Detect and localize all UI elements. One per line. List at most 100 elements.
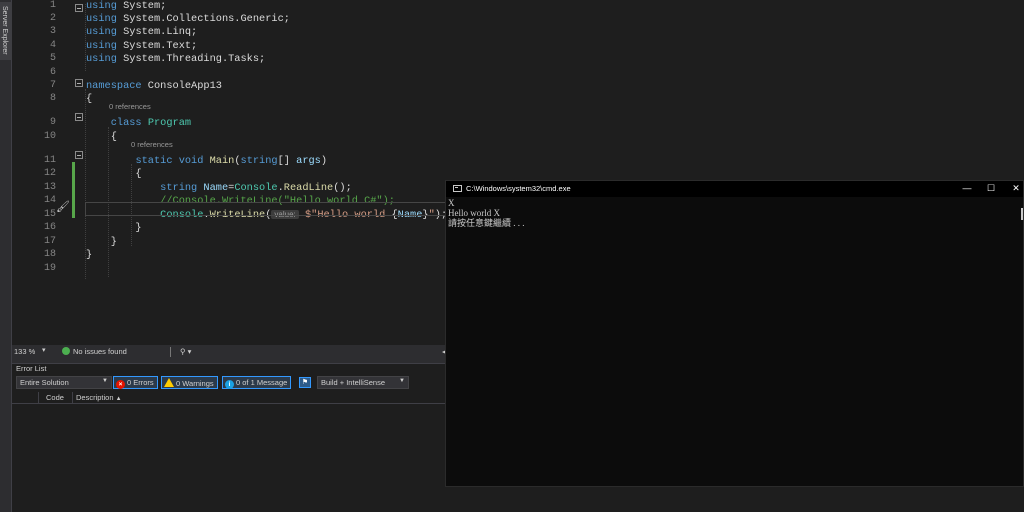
editor-status-bar: 133 % ▾ No issues found ⚲ ▾ ◂ (12, 345, 448, 359)
code-line[interactable]: class Program (86, 117, 191, 129)
code-token: using (86, 13, 117, 25)
codelens-references[interactable]: 0 references (109, 102, 151, 111)
code-line[interactable]: using System.Linq; (86, 26, 197, 38)
fold-using-icon[interactable] (75, 4, 83, 12)
code-line[interactable]: } (86, 236, 117, 248)
code-token: ) (320, 155, 328, 167)
code-token: string (240, 155, 278, 167)
line-number: 3 (49, 26, 56, 37)
issues-indicator[interactable]: No issues found (62, 347, 127, 356)
code-token: args (296, 155, 321, 167)
line-number: 18 (43, 249, 56, 260)
code-line[interactable]: static void Main(string[] args) (86, 155, 327, 167)
code-token: void (178, 155, 204, 167)
code-line[interactable]: } (86, 249, 92, 261)
code-line[interactable]: using System.Threading.Tasks; (86, 53, 265, 65)
code-token: { (86, 93, 93, 105)
line-number: 5 (49, 53, 56, 64)
column-divider (72, 392, 73, 404)
cmd-titlebar[interactable]: C:\Windows\system32\cmd.exe — ☐ ✕ (446, 181, 1023, 197)
line-number: 7 (49, 80, 56, 91)
zoom-level[interactable]: 133 % (14, 347, 35, 356)
issues-text: No issues found (73, 347, 127, 356)
column-divider (38, 392, 39, 404)
code-token: System.Linq; (116, 26, 198, 38)
code-line[interactable]: { (86, 131, 117, 143)
code-token: } (86, 222, 142, 234)
line-number: 8 (49, 93, 56, 104)
code-line[interactable]: namespace ConsoleApp13 (86, 80, 222, 92)
line-number: 12 (43, 168, 56, 179)
column-description[interactable]: Description ▲ (76, 393, 122, 402)
check-circle-icon (62, 347, 70, 355)
codelens-references[interactable]: 0 references (131, 140, 173, 149)
server-explorer-label: Server Explorer (1, 6, 8, 55)
column-description-label: Description (76, 393, 114, 402)
console-output[interactable]: X Hello world X 請按任意鍵繼續 . . . (448, 198, 1023, 486)
line-number: 15 (43, 209, 56, 220)
column-code[interactable]: Code (46, 393, 64, 402)
code-token: using (86, 40, 117, 52)
error-list-header: Code Description ▲ (12, 392, 448, 404)
code-token: Main (209, 155, 235, 167)
info-icon: i (225, 380, 234, 389)
line-number: 11 (43, 155, 56, 166)
close-icon[interactable]: ✕ (1004, 182, 1024, 196)
code-token: [] (277, 155, 297, 167)
messages-count: 0 of 1 Message (236, 378, 288, 387)
code-cleanup-icon[interactable]: ⚲ ▾ (180, 347, 191, 356)
build-source-value: Build + IntelliSense (321, 378, 385, 387)
line-number: 16 (43, 222, 56, 233)
code-token: ConsoleApp13 (141, 80, 222, 92)
code-token: ReadLine (283, 182, 334, 194)
fold-namespace-icon[interactable] (75, 79, 83, 87)
cmd-window[interactable]: C:\Windows\system32\cmd.exe — ☐ ✕ X Hell… (445, 180, 1024, 487)
filter-icon[interactable]: ⚑ (299, 377, 311, 388)
code-token: using (86, 0, 117, 12)
warnings-filter-button[interactable]: 0 Warnings (161, 376, 218, 389)
error-list-panel: Error List Entire Solution ▼ × 0 Errors 0… (12, 363, 448, 512)
current-line-highlight (85, 202, 448, 216)
fold-method-icon[interactable] (75, 151, 83, 159)
warning-icon (164, 378, 174, 387)
error-icon: × (116, 380, 125, 389)
line-number: 2 (49, 13, 56, 24)
code-line[interactable]: using System.Text; (86, 40, 197, 52)
code-editor[interactable]: 1 using System; 2 using System.Collections.… (12, 0, 448, 345)
code-line[interactable]: string Name=Console.ReadLine(); (86, 182, 352, 194)
quick-actions-brush-icon[interactable]: 🖌 (56, 200, 70, 213)
fold-class-icon[interactable] (75, 113, 83, 121)
code-line[interactable]: } (86, 222, 142, 234)
warnings-count: 0 Warnings (176, 379, 214, 388)
code-token: using (86, 53, 117, 65)
zoom-dropdown-icon[interactable]: ▾ (42, 346, 46, 354)
minimize-icon[interactable]: — (955, 182, 979, 196)
code-token: System; (116, 0, 167, 12)
code-line[interactable]: { (86, 168, 141, 180)
indent-guide (85, 89, 86, 279)
sort-ascending-icon: ▲ (115, 396, 122, 402)
code-line[interactable]: using System.Collections.Generic; (86, 13, 290, 25)
code-line[interactable]: { (86, 93, 92, 105)
console-scrollbar-thumb[interactable] (1021, 208, 1023, 220)
code-token: Console (234, 182, 278, 194)
code-line[interactable]: using System; (86, 0, 166, 12)
errors-filter-button[interactable]: × 0 Errors (113, 376, 158, 389)
errors-count: 0 Errors (127, 378, 154, 387)
error-list-title: Error List (16, 364, 47, 373)
messages-filter-button[interactable]: i0 of 1 Message (222, 376, 292, 389)
code-token: System.Collections.Generic; (116, 13, 290, 25)
server-explorer-tab[interactable]: Server Explorer (0, 2, 12, 60)
code-token: System.Threading.Tasks; (116, 53, 266, 65)
maximize-icon[interactable]: ☐ (979, 182, 1003, 196)
chevron-down-icon: ▼ (102, 378, 108, 384)
scope-dropdown[interactable]: Entire Solution ▼ (16, 376, 112, 389)
code-token: string (160, 182, 198, 194)
code-token: } (86, 249, 93, 261)
build-source-dropdown[interactable]: Build + IntelliSense ▼ (317, 376, 409, 389)
code-token: static (135, 155, 173, 167)
code-token: using (86, 26, 117, 38)
